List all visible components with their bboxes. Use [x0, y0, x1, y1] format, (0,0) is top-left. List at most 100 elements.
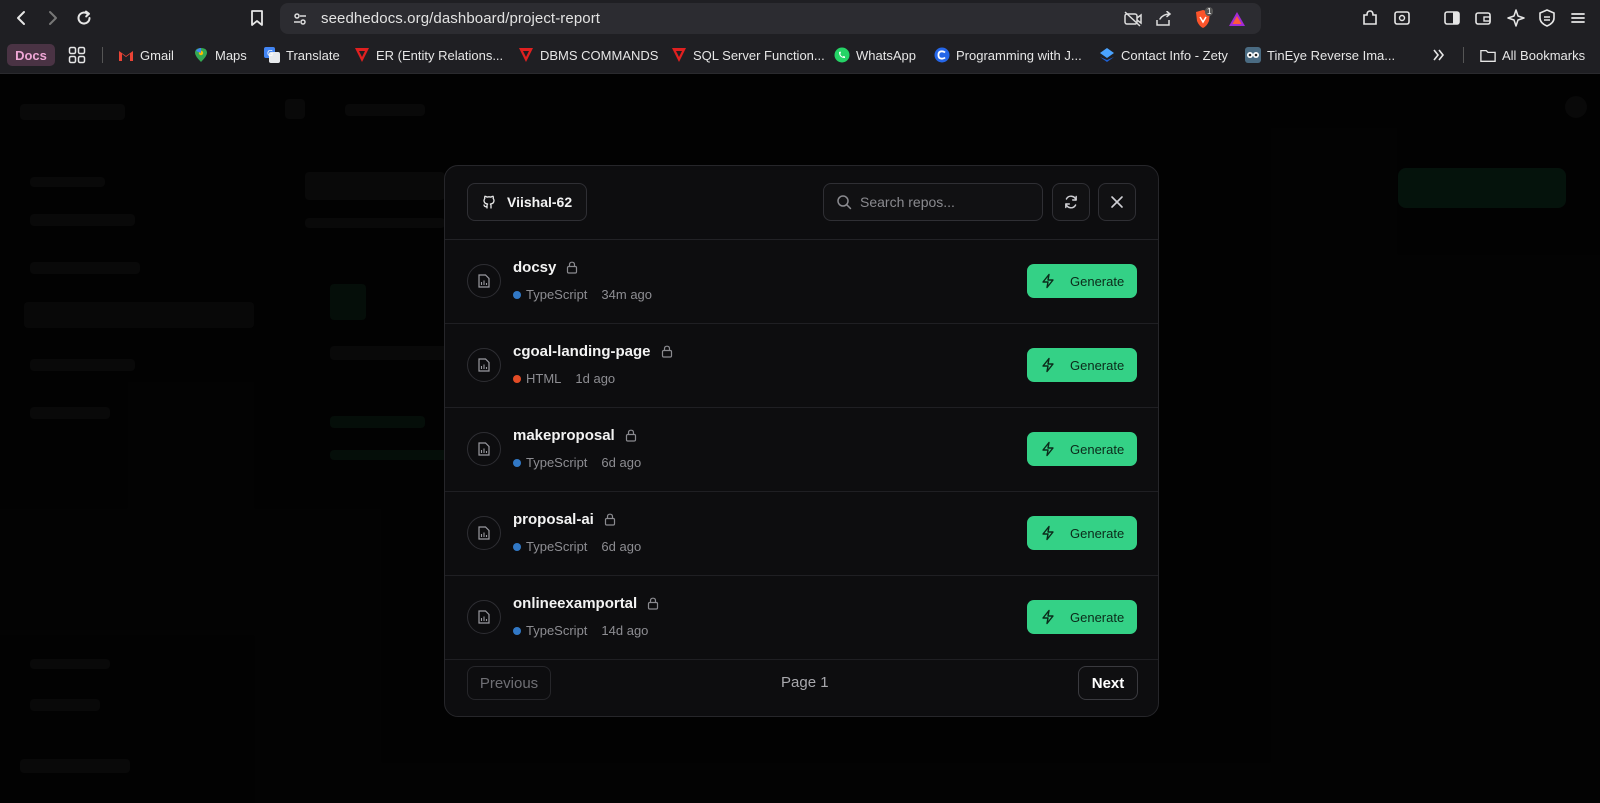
bookmark-translate[interactable]: G Translate [264, 45, 340, 65]
maps-icon [193, 47, 209, 63]
file-icon [467, 264, 501, 298]
more-bookmarks-button[interactable] [1432, 45, 1446, 65]
generate-button[interactable]: Generate [1027, 516, 1137, 550]
repo-search[interactable] [823, 183, 1043, 221]
red-shield-icon [671, 47, 687, 63]
zety-icon [1099, 47, 1115, 63]
bookmark-zety[interactable]: Contact Info - Zety [1099, 45, 1228, 65]
lock-icon [604, 513, 616, 526]
bookmark-label: ER (Entity Relations... [376, 47, 504, 63]
browser-toolbar: seedhedocs.org/dashboard/project-report … [0, 0, 1600, 36]
repo-updated: 34m ago [601, 287, 653, 302]
reload-button[interactable] [72, 6, 96, 30]
shields-count-badge: 1 [1205, 7, 1214, 16]
language-color-dot [513, 542, 521, 551]
wallet-icon[interactable] [1472, 7, 1494, 29]
refresh-icon [1065, 195, 1077, 209]
bookmark-er-entity[interactable]: ER (Entity Relations... [354, 45, 503, 65]
repo-row: onlineexamportal TypeScript 14d ago Gener… [445, 576, 1158, 660]
back-arrow-icon [17, 11, 25, 25]
repo-name: docsy [513, 259, 557, 276]
url-text: seedhedocs.org/dashboard/project-report [321, 10, 601, 27]
camera-blocked-icon[interactable] [1123, 9, 1143, 29]
repo-row: proposal-ai TypeScript 6d ago Generate [445, 492, 1158, 576]
extensions-icon[interactable] [1359, 7, 1381, 29]
repo-name: makeproposal [513, 427, 615, 444]
modal-header: Viishal-62 [445, 166, 1158, 240]
menu-icon[interactable] [1567, 7, 1589, 29]
back-button[interactable] [10, 6, 34, 30]
forward-button[interactable] [40, 6, 64, 30]
bookmark-page-button[interactable] [245, 6, 269, 30]
bookmark-separator [102, 47, 103, 63]
brave-shields-icon[interactable]: 1 [1193, 7, 1214, 29]
language-color-dot [513, 374, 521, 383]
close-button[interactable] [1098, 183, 1136, 221]
lock-icon [625, 429, 637, 442]
search-input[interactable] [860, 184, 1038, 220]
bookmark-label: Translate [286, 47, 340, 63]
repo-row: makeproposal TypeScript 6d ago Generate [445, 408, 1158, 492]
bookmark-label: DBMS COMMANDS [540, 47, 659, 63]
generate-label: Generate [1070, 441, 1125, 457]
generate-label: Generate [1070, 273, 1125, 289]
reader-mode-icon[interactable] [1391, 7, 1413, 29]
share-icon[interactable] [1154, 9, 1174, 29]
address-bar[interactable]: seedhedocs.org/dashboard/project-report … [280, 3, 1261, 34]
repo-language: TypeScript [526, 287, 588, 302]
apps-grid-button[interactable] [68, 45, 86, 65]
file-icon [467, 600, 501, 634]
bookmark-label: TinEye Reverse Ima... [1267, 47, 1396, 63]
lock-icon [661, 345, 673, 358]
generate-button[interactable]: Generate [1027, 348, 1137, 382]
generate-button[interactable]: Generate [1027, 264, 1137, 298]
folder-icon [1480, 47, 1496, 63]
bookmark-separator [1463, 47, 1464, 63]
repo-language: HTML [526, 371, 562, 386]
bookmark-label: Maps [215, 47, 247, 63]
repo-updated: 14d ago [601, 623, 649, 638]
search-icon [837, 195, 852, 210]
gmail-icon [118, 47, 134, 63]
repo-updated: 1d ago [575, 371, 616, 386]
all-bookmarks-button[interactable]: All Bookmarks [1480, 45, 1585, 65]
brave-rewards-icon[interactable] [1227, 9, 1247, 29]
bolt-icon [1040, 441, 1056, 457]
github-user-chip[interactable]: Viishal-62 [467, 183, 588, 221]
repo-language: TypeScript [526, 455, 588, 470]
bookmark-tineye[interactable]: TinEye Reverse Ima... [1245, 45, 1395, 65]
next-button[interactable]: Next [1078, 666, 1138, 700]
github-icon [480, 193, 498, 211]
sidebar-toggle-icon[interactable] [1441, 7, 1463, 29]
repo-name: cgoal-landing-page [513, 343, 651, 360]
bookmark-gmail[interactable]: Gmail [118, 45, 174, 65]
previous-button[interactable]: Previous [467, 666, 551, 700]
bookmark-label: Gmail [140, 47, 174, 63]
bookmark-programming[interactable]: Programming with J... [934, 45, 1082, 65]
bookmarks-bar: Docs Gmail Maps G Translate ER (Entity R… [0, 36, 1600, 74]
bookmark-whatsapp[interactable]: WhatsApp [834, 45, 916, 65]
bookmark-icon [251, 10, 263, 26]
tineye-icon [1245, 47, 1261, 63]
refresh-button[interactable] [1052, 183, 1090, 221]
generate-button[interactable]: Generate [1027, 432, 1137, 466]
generate-button[interactable]: Generate [1027, 600, 1137, 634]
red-shield-icon [354, 47, 370, 63]
bookmark-label: WhatsApp [856, 47, 916, 63]
bookmark-sql-server[interactable]: SQL Server Function... [671, 45, 825, 65]
generate-label: Generate [1070, 525, 1125, 541]
bolt-icon [1040, 609, 1056, 625]
bookmark-maps[interactable]: Maps [193, 45, 247, 65]
all-bookmarks-label: All Bookmarks [1502, 47, 1586, 63]
c-circle-icon [934, 47, 950, 63]
site-settings-icon[interactable] [290, 9, 310, 29]
vpn-shield-icon[interactable] [1536, 7, 1558, 29]
lock-icon [647, 597, 659, 610]
docs-tab-group[interactable]: Docs [7, 44, 55, 66]
file-icon [467, 516, 501, 550]
lock-icon [566, 261, 578, 274]
forward-arrow-icon [49, 11, 57, 25]
leo-ai-icon[interactable] [1505, 7, 1527, 29]
bolt-icon [1040, 357, 1056, 373]
bookmark-dbms-commands[interactable]: DBMS COMMANDS [518, 45, 658, 65]
